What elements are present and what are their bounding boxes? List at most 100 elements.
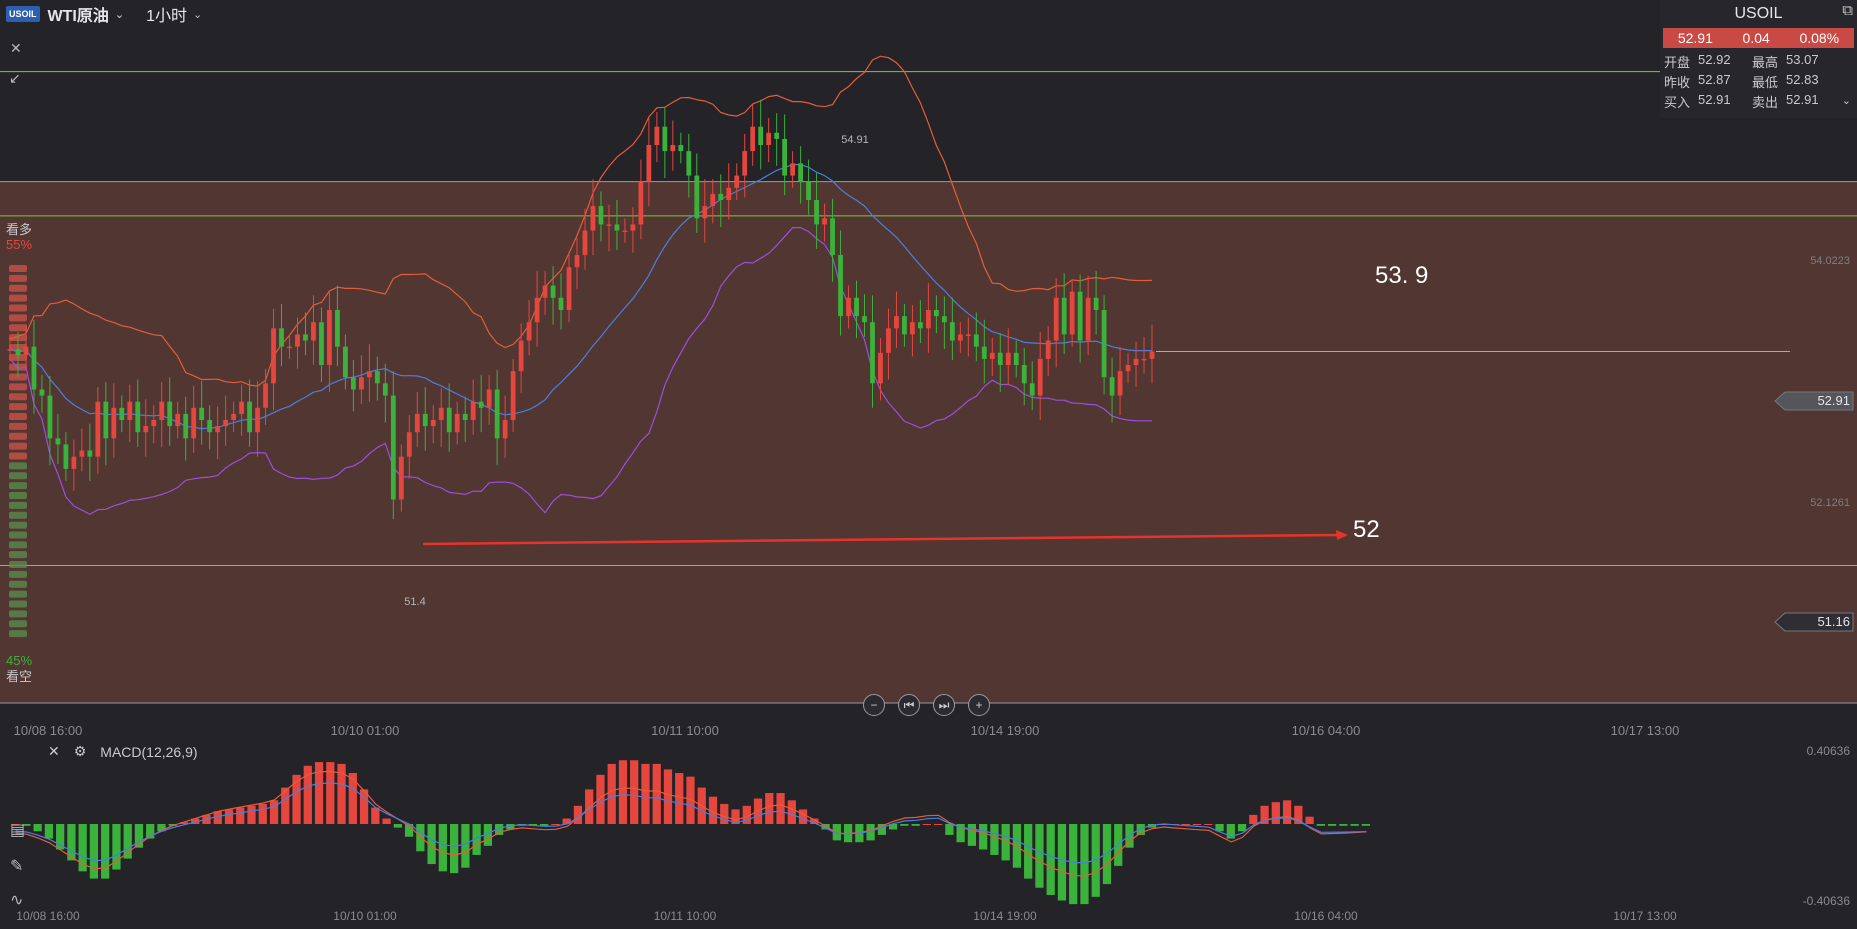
sentiment-gauge-cell [9, 531, 27, 539]
candle-body [478, 401, 484, 408]
draw-tool-icon[interactable]: ✎ [10, 856, 23, 876]
macd-bar [934, 824, 943, 825]
candle-body [766, 132, 772, 145]
candle-body [997, 352, 1003, 365]
macd-bar [967, 824, 977, 846]
candle-body [390, 395, 396, 500]
macd-bar [663, 769, 673, 824]
macd-bar [1057, 824, 1067, 901]
candle-body [806, 181, 811, 200]
macd-bar [33, 824, 42, 832]
candle-body [1117, 371, 1123, 396]
candle-body [518, 340, 524, 372]
candle-body [159, 401, 165, 420]
candle-body [662, 126, 668, 152]
time-label: 10/14 19:00 [971, 723, 1040, 738]
macd-bar [675, 773, 684, 824]
candle-body [1069, 291, 1075, 335]
time-label: 10/10 01:00 [331, 723, 400, 738]
close-icon[interactable]: ✕ [10, 40, 22, 57]
wave-icon[interactable]: ∿ [10, 890, 23, 910]
collapse-icon[interactable]: ↙ [9, 70, 21, 87]
quote-symbol: USOIL [1734, 5, 1783, 22]
jump-end-button[interactable]: ⏭ [933, 694, 955, 716]
sentiment-gauge-cell [9, 413, 27, 421]
macd-time-label: 10/11 10:00 [654, 909, 717, 923]
sentiment-gauge-cell [9, 600, 27, 608]
candle-body [151, 420, 157, 427]
candle-body [1037, 358, 1043, 396]
candle-body [239, 401, 244, 414]
sentiment-zone [0, 181, 1857, 703]
candle-body [287, 346, 292, 349]
macd-bar [101, 824, 110, 879]
candle-body [694, 175, 700, 219]
candle-body [734, 175, 740, 188]
sentiment-gauge-cell [9, 590, 27, 598]
candle-body [782, 138, 788, 176]
macd-bar [787, 800, 796, 824]
candle-body [678, 145, 684, 152]
sentiment-gauge-cell [9, 610, 27, 618]
macd-bar [258, 803, 267, 824]
chevron-down-icon[interactable]: ⌄ [1842, 94, 1851, 107]
candle-body [1109, 377, 1115, 396]
candle-body [486, 389, 492, 408]
candle-body [39, 389, 45, 396]
candle-body [31, 346, 37, 390]
sentiment-gauge-cell [9, 462, 27, 470]
macd-bar [911, 824, 920, 826]
period-selector[interactable]: 1小时 ⌄ [146, 2, 202, 26]
ask-label: 卖出 [1752, 95, 1779, 110]
candle-body [303, 334, 308, 341]
sentiment-gauge-cell [9, 403, 27, 411]
macd-bar [1282, 800, 1292, 824]
candle-body [422, 413, 428, 427]
time-label: 10/16 04:00 [1292, 723, 1361, 738]
macd-bar [1271, 802, 1280, 824]
macd-bar [776, 793, 785, 824]
candle-body [550, 285, 556, 298]
sentiment-gauge-cell [9, 284, 27, 292]
candle-body [534, 297, 540, 323]
chevron-down-icon: ⌄ [192, 8, 203, 21]
candle-body [1141, 358, 1147, 361]
candle-body [718, 193, 724, 200]
macd-bar [1192, 824, 1202, 825]
candle-body [526, 322, 532, 341]
macd-bar [945, 824, 954, 835]
open-label: 开盘 [1664, 55, 1691, 70]
macd-bar [348, 773, 357, 824]
indicator-icon[interactable]: ▤ [10, 820, 25, 840]
candle-body [941, 316, 947, 323]
candle-body [894, 316, 899, 329]
candle-body [231, 413, 236, 420]
candle-body [462, 413, 468, 420]
candle-body [558, 297, 564, 310]
macd-bar [765, 793, 774, 824]
candle-body [55, 438, 61, 445]
low-annotation: 51.4 [404, 596, 425, 608]
high-annotation: 54.91 [841, 134, 869, 146]
candle-body [622, 230, 628, 233]
candle-body [638, 181, 644, 225]
candle-body [343, 346, 348, 378]
candle-body [23, 346, 29, 356]
macd-bar [1204, 824, 1213, 825]
zoom-in-button[interactable]: + [968, 694, 990, 716]
quote-row-prev-low: 昨收 52.87 最低 52.83 [1664, 72, 1832, 91]
candle-body [878, 352, 883, 384]
zoom-out-button[interactable]: − [863, 694, 885, 716]
sentiment-gauge-cell [9, 511, 27, 519]
macd-legend: ✕ ⚙ MACD(12,26,9) [48, 743, 198, 760]
candle-body [981, 346, 987, 359]
sentiment-gauge-cell [9, 541, 27, 549]
candle-body [279, 328, 284, 347]
symbol-selector[interactable]: WTI原油 ⌄ [48, 2, 125, 26]
jump-start-button[interactable]: ⏮ [898, 694, 920, 716]
close-icon[interactable]: ✕ [48, 743, 60, 760]
gear-icon[interactable]: ⚙ [74, 743, 87, 760]
time-label: 10/17 13:00 [1611, 723, 1680, 738]
macd-bar [1361, 824, 1370, 826]
price-chart[interactable]: 看多55%45%看空54.9151.453. 95254.022352.9152… [0, 0, 1857, 929]
